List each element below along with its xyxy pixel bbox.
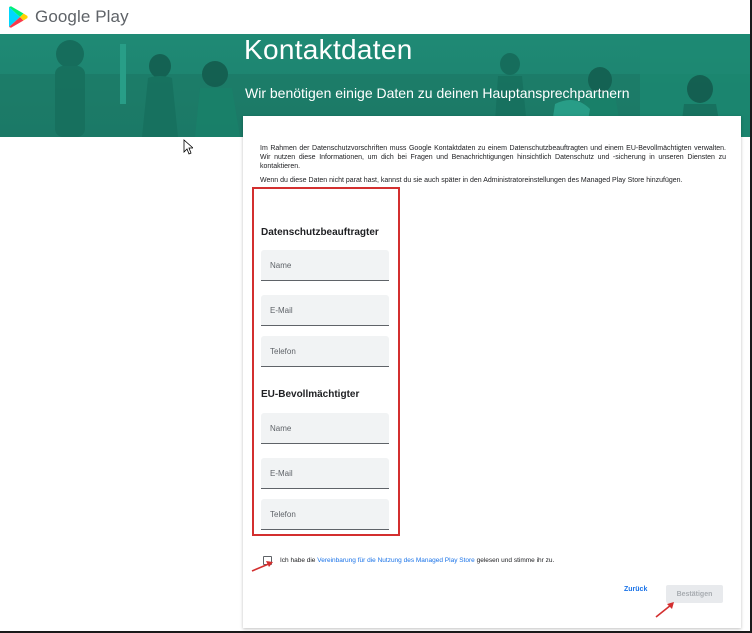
eu-rep-email-field[interactable] [261, 458, 389, 489]
dpo-phone-input[interactable] [261, 336, 389, 366]
dpo-phone-field[interactable] [261, 336, 389, 367]
intro-paragraph: Im Rahmen der Datenschutzvorschriften mu… [260, 145, 726, 170]
agreement-prefix: Ich habe die [280, 557, 318, 564]
eu-rep-phone-input[interactable] [261, 499, 389, 529]
top-bar: Google Play [0, 0, 750, 34]
eu-rep-name-field[interactable] [261, 413, 389, 444]
agreement-link[interactable]: Vereinbarung für die Nutzung des Managed… [317, 557, 475, 564]
eu-rep-phone-field[interactable] [261, 499, 389, 530]
google-play-logo-icon[interactable] [8, 6, 28, 28]
mouse-cursor-icon [183, 139, 193, 155]
contact-form-card: Im Rahmen der Datenschutzvorschriften mu… [243, 116, 741, 628]
dpo-name-field[interactable] [261, 250, 389, 281]
annotation-arrow-icon [251, 561, 273, 572]
dpo-name-input[interactable] [261, 250, 389, 280]
eu-rep-email-input[interactable] [261, 458, 389, 488]
dpo-email-field[interactable] [261, 295, 389, 326]
page-subtitle: Wir benötigen einige Daten zu deinen Hau… [245, 85, 630, 101]
annotation-arrow-icon [655, 602, 674, 618]
intro-text: Im Rahmen der Datenschutzvorschriften mu… [260, 144, 726, 190]
eu-rep-name-input[interactable] [261, 413, 389, 443]
agreement-row: Ich habe die Vereinbarung für die Nutzun… [263, 556, 554, 565]
dpo-section-title: Datenschutzbeauftragter [261, 227, 379, 238]
agreement-suffix: gelesen und stimme ihr zu. [474, 557, 555, 564]
page-title: Kontaktdaten [244, 34, 413, 65]
dpo-email-input[interactable] [261, 295, 389, 325]
back-button[interactable]: Zurück [624, 586, 647, 593]
brand-name[interactable]: Google Play [35, 7, 129, 27]
eu-rep-section-title: EU-Bevollmächtigter [261, 389, 360, 400]
intro-paragraph: Wenn du diese Daten nicht parat hast, ka… [260, 177, 683, 184]
